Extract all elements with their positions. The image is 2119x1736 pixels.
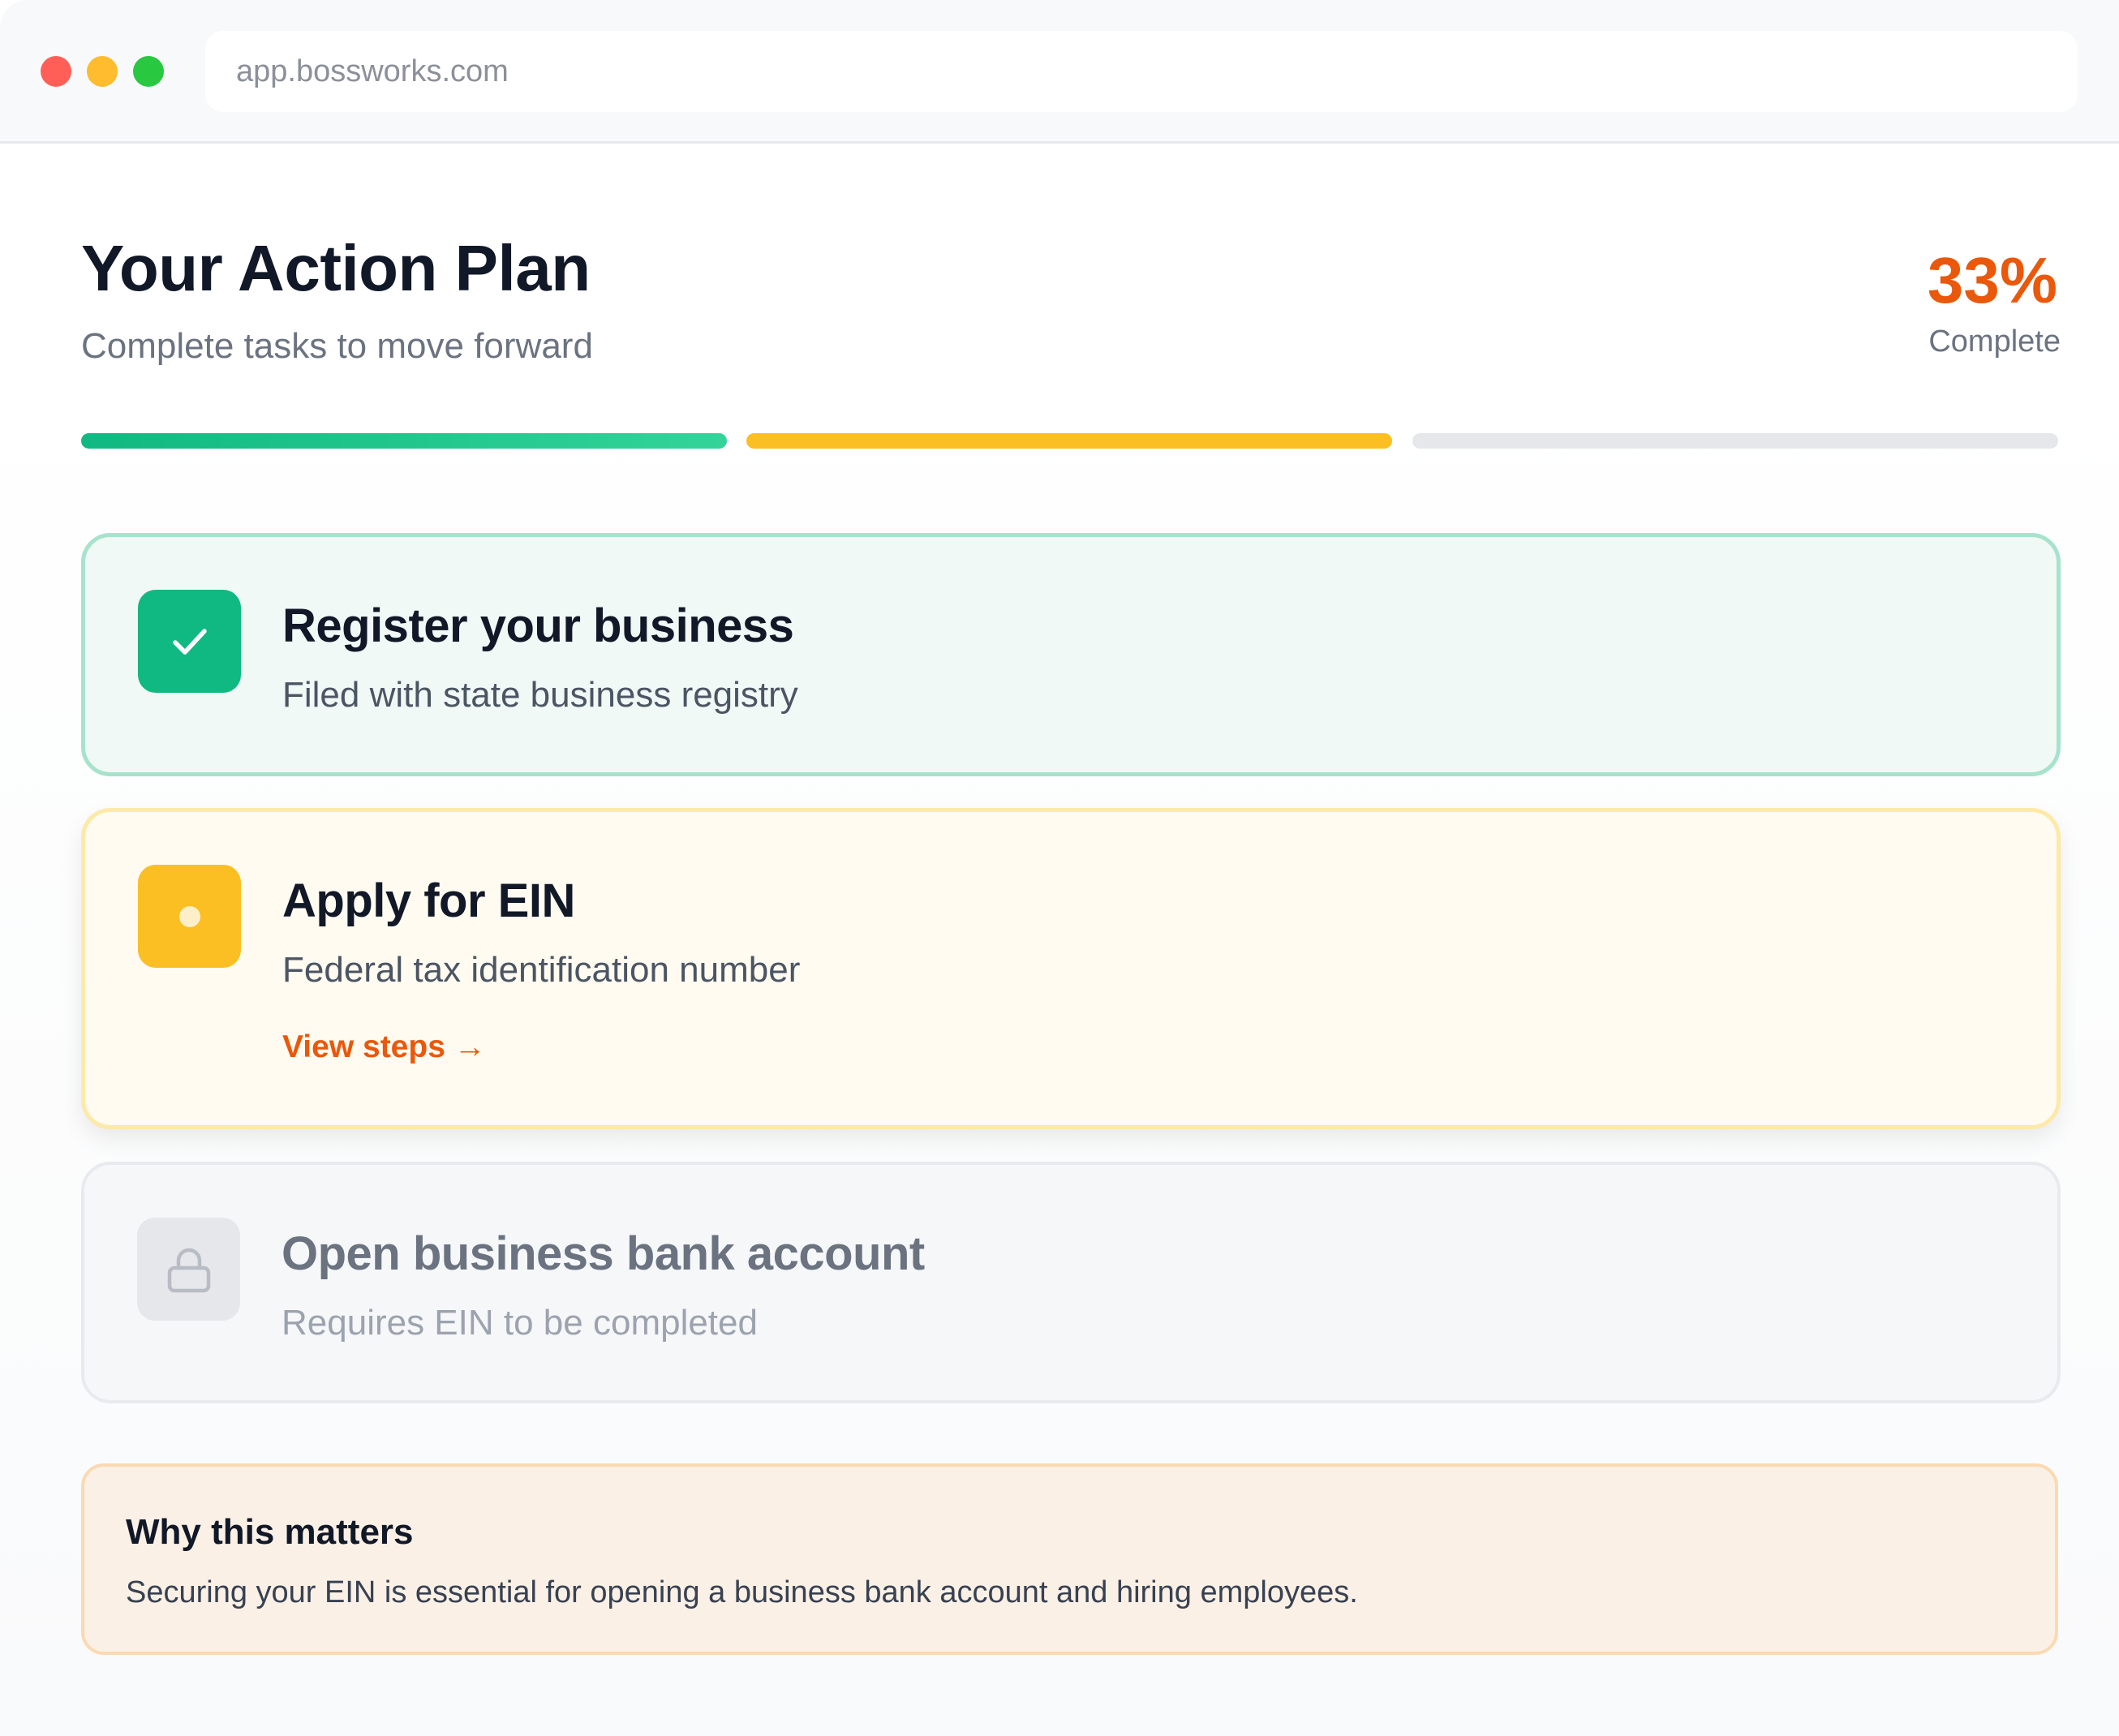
task-description: Requires EIN to be completed [282,1303,758,1343]
page-subtitle: Complete tasks to move forward [81,326,593,366]
page-title: Your Action Plan [81,232,591,304]
dot-icon [138,865,241,968]
info-callout: Why this matters Securing your EIN is es… [81,1463,2058,1655]
info-body: Securing your EIN is essential for openi… [126,1575,1358,1609]
lock-icon [137,1218,240,1321]
close-window-button[interactable] [41,56,71,87]
address-bar-url: app.bossworks.com [236,54,509,88]
address-bar[interactable]: app.bossworks.com [205,31,2078,112]
browser-titlebar: app.bossworks.com [0,0,2119,144]
task-description: Filed with state business registry [282,675,798,715]
task-card-register-business[interactable]: Register your business Filed with state … [81,533,2061,776]
view-steps-link[interactable]: View steps → [282,1029,486,1065]
task-card-open-bank-account[interactable]: Open business bank account Requires EIN … [81,1162,2061,1403]
task-title: Open business bank account [282,1227,925,1280]
task-title: Apply for EIN [282,874,575,927]
maximize-window-button[interactable] [133,56,164,87]
progress-segment-locked [1412,433,2058,449]
browser-window: app.bossworks.com Your Action Plan Compl… [0,0,2119,1736]
info-title: Why this matters [126,1512,414,1552]
task-title: Register your business [282,599,794,652]
progress-segment-in-progress [746,433,1392,449]
task-description: Federal tax identification number [282,950,801,990]
checkmark-icon [138,590,241,693]
minimize-window-button[interactable] [87,56,118,87]
progress-label: Complete [1928,324,2061,359]
progress-segment-completed [81,433,727,449]
task-card-apply-ein[interactable]: Apply for EIN Federal tax identification… [81,808,2061,1129]
progress-percentage: 33% [1927,244,2057,316]
